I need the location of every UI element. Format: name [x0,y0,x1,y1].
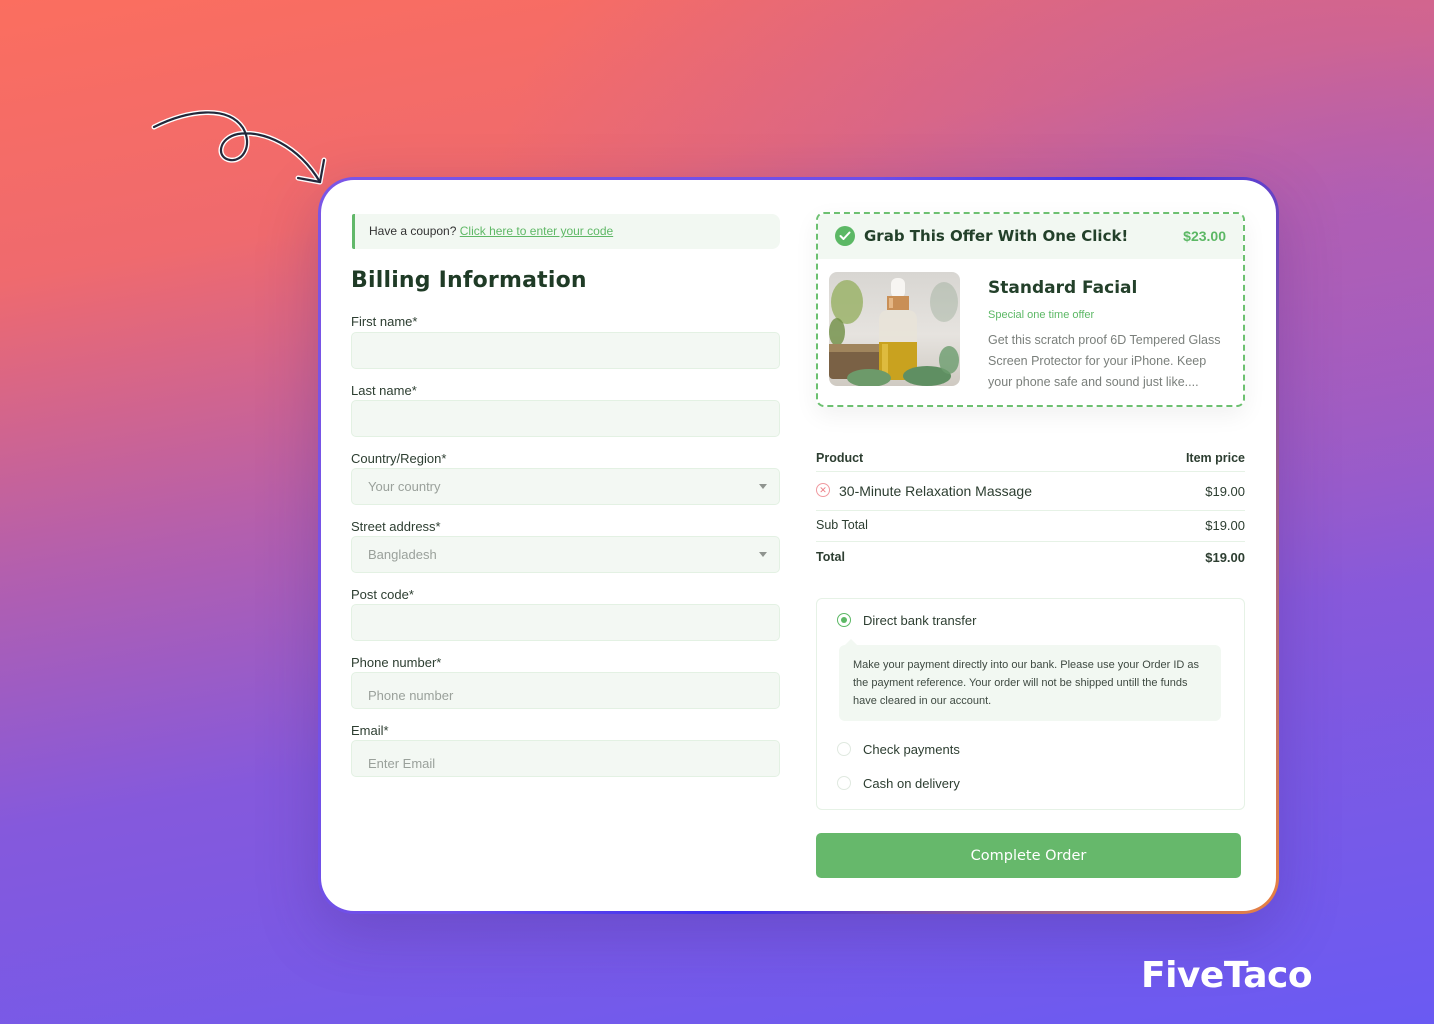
remove-circle-icon[interactable]: ✕ [816,483,830,497]
offer-description: Get this scratch proof 6D Tempered Glass… [988,333,1221,389]
subtotal-label: Sub Total [816,518,868,532]
street-label: Street address* [351,519,441,534]
radio-unselected[interactable] [837,742,851,756]
radio-selected[interactable] [837,613,851,627]
street-selected-value: Bangladesh [368,547,437,562]
product-column-header: Product [816,451,864,465]
last-name-input[interactable] [351,400,780,437]
order-item-price: $19.00 [1205,484,1245,499]
first-name-input[interactable] [351,332,780,369]
chevron-down-icon [759,552,767,557]
brand-logo: FiveTaco [1141,955,1313,996]
coupon-notice: Have a coupon? Click here to enter your … [352,214,780,249]
country-select[interactable]: Your country [351,468,780,505]
street-select[interactable]: Bangladesh [351,536,780,573]
total-label: Total [816,550,845,564]
coupon-link[interactable]: Click here to enter your code [460,224,613,238]
chevron-down-icon [759,484,767,489]
payment-option-label: Direct bank transfer [863,613,977,628]
divider [816,471,1245,472]
curly-arrow-icon [151,109,327,185]
bank-transfer-note: Make your payment directly into our bank… [839,639,1221,721]
offer-header: Grab This Offer With One Click! $23.00 [818,214,1243,259]
product-image [829,272,960,386]
email-label: Email* [351,723,389,738]
upsell-offer[interactable]: Grab This Offer With One Click! $23.00 S… [816,212,1245,407]
payment-option-label: Check payments [863,742,960,757]
divider [816,541,1245,542]
country-label: Country/Region* [351,451,447,466]
offer-headline: Grab This Offer With One Click! [864,227,1129,245]
offer-product-name: Standard Facial [988,278,1138,298]
phone-input[interactable] [351,672,780,709]
total-value: $19.00 [1205,550,1245,565]
coupon-prompt: Have a coupon? [369,224,457,238]
post-code-label: Post code* [351,587,414,602]
payment-option-label: Cash on delivery [863,776,960,791]
offer-tagline: Special one time offer [988,309,1095,321]
radio-unselected[interactable] [837,776,851,790]
order-item-name: 30-Minute Relaxation Massage [839,483,1032,499]
last-name-label: Last name* [351,383,417,398]
offer-price: $23.00 [1183,228,1226,244]
post-code-input[interactable] [351,604,780,641]
country-selected-value: Your country [368,479,441,494]
subtotal-value: $19.00 [1205,518,1245,533]
price-column-header: Item price [1185,451,1245,465]
first-name-label: First name* [351,314,418,329]
phone-label: Phone number* [351,655,442,670]
email-input[interactable] [351,740,780,777]
billing-title: Billing Information [351,268,587,293]
check-circle-icon [835,226,855,246]
divider [816,510,1245,511]
complete-order-button[interactable]: Complete Order [816,833,1241,878]
